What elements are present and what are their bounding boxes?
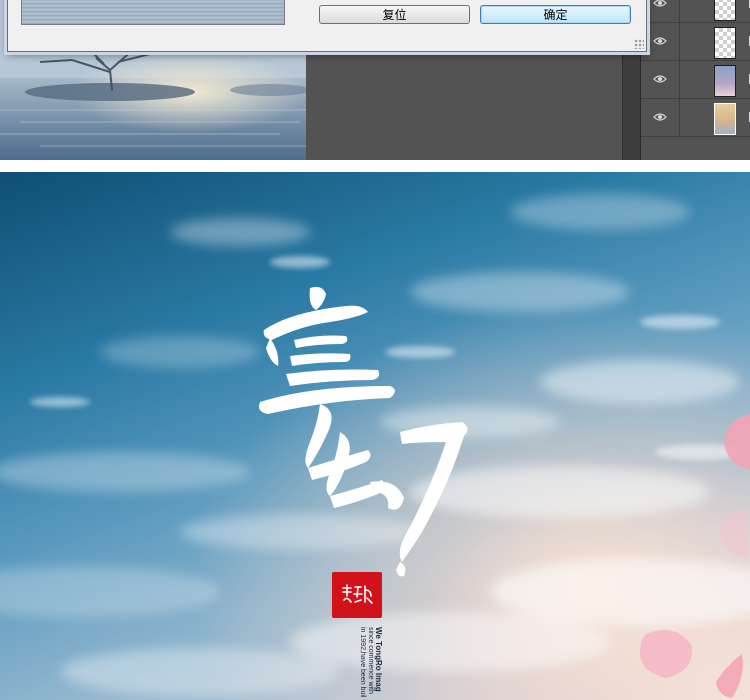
ok-button[interactable]: 确定 bbox=[480, 5, 631, 24]
poster-image: We TongRo Imag since commence with in 19… bbox=[0, 172, 750, 700]
petal-decoration bbox=[724, 414, 750, 470]
petal-decoration bbox=[719, 508, 748, 558]
subtitle-line: since commence with bbox=[367, 627, 374, 694]
layer-row[interactable] bbox=[641, 60, 750, 99]
layer-row[interactable] bbox=[641, 98, 750, 137]
petal-decoration bbox=[640, 630, 693, 678]
red-seal-stamp bbox=[332, 572, 382, 618]
visibility-toggle[interactable] bbox=[641, 98, 680, 136]
layer-row[interactable] bbox=[641, 22, 750, 61]
resize-grip[interactable] bbox=[634, 39, 644, 49]
layer-thumbnail bbox=[714, 65, 736, 97]
petal-decoration bbox=[716, 654, 743, 698]
eye-icon bbox=[653, 75, 667, 83]
reset-button[interactable]: 复位 bbox=[319, 5, 470, 24]
calligraphy-title bbox=[259, 286, 468, 577]
adjustment-dialog: 复位 确定 bbox=[7, 0, 647, 52]
visibility-toggle[interactable] bbox=[641, 60, 680, 98]
subtitle-line: We TongRo Imag bbox=[374, 627, 383, 692]
eye-icon bbox=[653, 37, 667, 45]
layer-thumbnail bbox=[714, 103, 736, 135]
layer-thumbnail bbox=[714, 27, 736, 59]
dialog-preview-image bbox=[21, 0, 285, 25]
layers-panel bbox=[640, 0, 750, 160]
subtitle-line: in 1992,have been buil bbox=[359, 627, 366, 698]
photoshop-workspace: 复位 确定 bbox=[0, 0, 750, 160]
seal-mark bbox=[342, 584, 373, 604]
layer-row[interactable] bbox=[641, 0, 750, 23]
eye-icon bbox=[653, 0, 667, 7]
poster-subtitle: We TongRo Imag since commence with in 19… bbox=[358, 627, 383, 698]
layer-thumbnail bbox=[714, 0, 736, 21]
eye-icon bbox=[653, 113, 667, 121]
